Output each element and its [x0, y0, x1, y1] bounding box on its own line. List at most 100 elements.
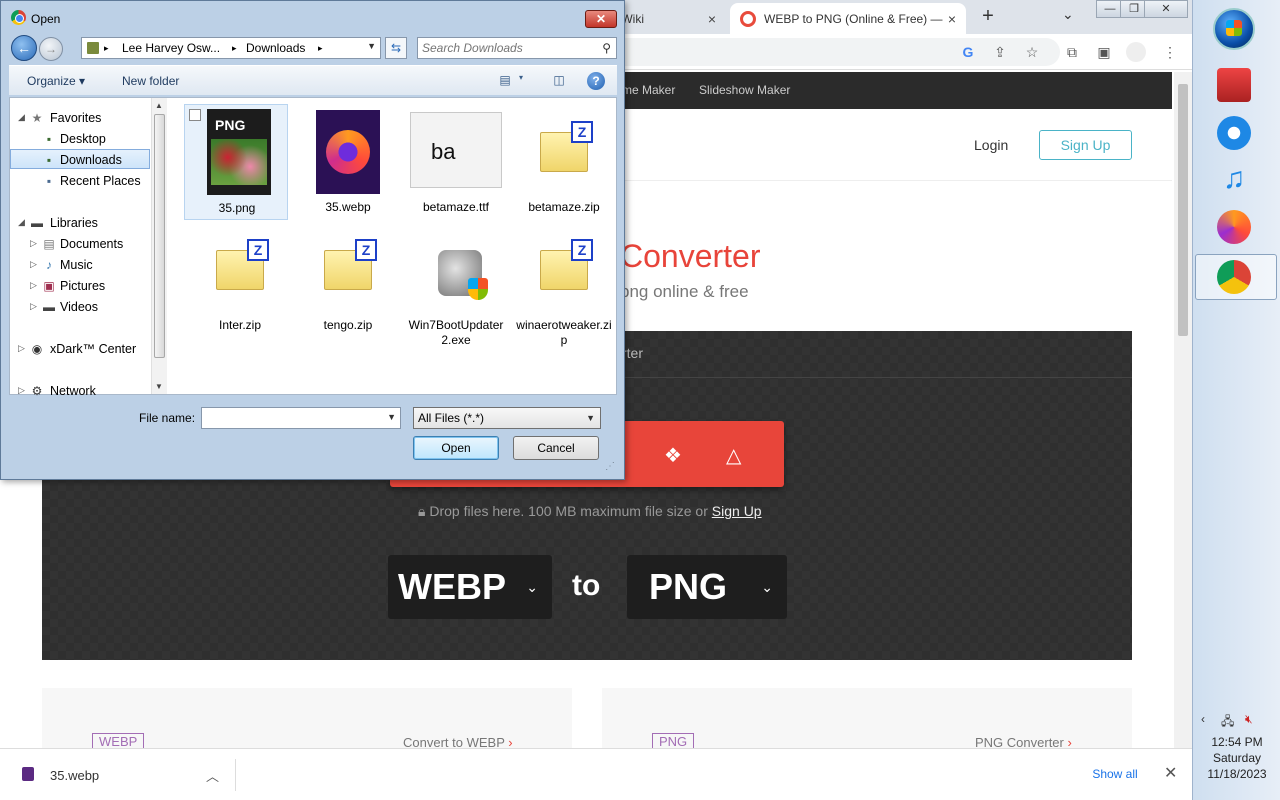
drop-signup-link[interactable]: Sign Up — [712, 503, 762, 519]
side-panel-icon[interactable]: ▣ — [1094, 42, 1114, 62]
search-box[interactable]: ⚲ — [417, 37, 617, 59]
chrome-icon[interactable] — [1217, 260, 1251, 294]
store-icon[interactable] — [1217, 68, 1251, 102]
file-item-35-webp[interactable]: 35.webp — [296, 104, 400, 220]
download-item[interactable]: 35.webp ︿ — [14, 759, 236, 791]
menu-kebab-icon[interactable]: ⋮ — [1160, 42, 1180, 62]
expand-arrow-icon[interactable]: ▷ — [30, 280, 37, 291]
expand-arrow-icon[interactable]: ▷ — [18, 343, 25, 354]
dialog-close-button[interactable]: ✕ — [585, 10, 617, 28]
file-item-winaerotweaker-zip[interactable]: Z winaerotweaker.zip — [512, 222, 616, 347]
resize-grip-icon[interactable]: ⋰ — [605, 461, 615, 472]
nav-recent-places[interactable]: ▪ Recent Places — [10, 171, 150, 191]
collapse-arrow-icon[interactable]: ◢ — [18, 112, 25, 123]
nav-xdark-center[interactable]: ▷ ◉ xDark™ Center — [10, 339, 150, 359]
breadcrumb-user[interactable]: Lee Harvey Osw... — [122, 41, 220, 55]
chevron-up-icon[interactable]: ︿ — [206, 766, 219, 785]
preview-pane-icon[interactable]: ◫ — [551, 73, 567, 87]
music-player-icon[interactable]: ♫ — [1217, 162, 1251, 196]
file-name: betamaze.ttf — [422, 200, 490, 214]
from-format-select[interactable]: WEBP ⌄ — [388, 555, 552, 619]
new-folder-button[interactable]: New folder — [122, 74, 179, 88]
download-bar-close-icon[interactable]: ✕ — [1164, 763, 1177, 783]
login-link[interactable]: Login — [974, 137, 1008, 153]
cancel-button[interactable]: Cancel — [513, 436, 599, 460]
tab-webp-to-png[interactable]: WEBP to PNG (Online & Free) — × — [730, 3, 966, 34]
tab-search-icon[interactable]: ⌄ — [1062, 6, 1074, 23]
search-input[interactable] — [422, 40, 592, 56]
scrollbar-thumb[interactable] — [154, 114, 165, 358]
tray-expand-icon[interactable]: ‹ — [1201, 712, 1205, 726]
nav-documents[interactable]: ▷ ▤ Documents — [10, 234, 150, 254]
nav-downloads[interactable]: ▪ Downloads — [10, 149, 150, 169]
address-breadcrumb[interactable]: ▸ Lee Harvey Osw... ▸ Downloads ▸ ▼ — [81, 37, 381, 59]
network-icon[interactable]: 🖧︎ — [1221, 712, 1234, 733]
search-icon[interactable]: ⚲ — [602, 41, 611, 55]
nav-desktop[interactable]: ▪ Desktop — [10, 129, 150, 149]
expand-arrow-icon[interactable]: ▷ — [18, 385, 25, 396]
file-item-inter-zip[interactable]: Z Inter.zip — [188, 222, 292, 338]
file-item-betamaze-ttf[interactable]: ba betamaze.ttf — [404, 104, 508, 220]
clock[interactable]: 12:54 PM Saturday 11/18/2023 — [1193, 734, 1280, 782]
dropbox-icon[interactable]: ❖ — [664, 443, 682, 468]
google-drive-icon[interactable]: △ — [726, 443, 741, 468]
file-item-win7bootupdater2-exe[interactable]: Win7BootUpdater2.exe — [404, 222, 508, 347]
bookmark-star-icon[interactable]: ☆ — [1022, 42, 1042, 62]
chevron-down-icon[interactable]: ▼ — [387, 412, 396, 422]
help-icon[interactable]: ? — [587, 72, 605, 90]
scroll-down-arrow-icon[interactable]: ▼ — [155, 382, 163, 391]
view-options-icon[interactable]: ▤ — [497, 73, 513, 87]
panel-tab-label[interactable]: rter — [622, 345, 643, 361]
nav-pictures[interactable]: ▷ ▣ Pictures — [10, 276, 150, 296]
breadcrumb-separator-icon[interactable]: ▸ — [104, 43, 109, 54]
nav-music[interactable]: ▷ ♪ Music — [10, 255, 150, 275]
nav-libraries[interactable]: ◢ ▬ Libraries — [10, 213, 150, 233]
file-item-betamaze-zip[interactable]: Z betamaze.zip — [512, 104, 616, 220]
tab-close-icon[interactable]: × — [948, 11, 956, 27]
file-item-35-png[interactable]: PNG 35.png — [184, 104, 288, 220]
back-arrow-icon[interactable]: ← — [11, 35, 37, 61]
firefox-icon[interactable] — [1217, 210, 1251, 244]
expand-arrow-icon[interactable]: ▷ — [30, 301, 37, 312]
forward-arrow-icon[interactable]: → — [39, 37, 63, 61]
file-item-tengo-zip[interactable]: Z tengo.zip — [296, 222, 400, 338]
refresh-icon[interactable]: ⇆ — [385, 37, 407, 59]
nav-pane-scrollbar[interactable]: ▲ ▼ — [151, 98, 167, 394]
png-thumbnail: PNG — [207, 109, 271, 195]
show-all-button[interactable]: Show all — [1080, 759, 1150, 789]
expand-arrow-icon[interactable]: ▷ — [30, 259, 37, 270]
nav-link-frame-maker[interactable]: me Maker — [622, 83, 675, 97]
new-tab-button[interactable]: + — [976, 4, 1000, 28]
open-button[interactable]: Open — [413, 436, 499, 460]
breadcrumb-separator-icon[interactable]: ▸ — [232, 43, 237, 54]
tab-close-icon[interactable]: × — [708, 11, 716, 27]
signup-button[interactable]: Sign Up — [1039, 130, 1132, 160]
share-icon[interactable]: ⇪ — [990, 42, 1010, 62]
chevron-down-icon[interactable]: ▼ — [367, 41, 376, 51]
dialog-titlebar[interactable]: Open ✕ — [1, 1, 624, 33]
nav-network[interactable]: ▷ ⚙ Network — [10, 381, 150, 401]
to-format-select[interactable]: PNG ⌄ — [627, 555, 787, 619]
scroll-up-arrow-icon[interactable]: ▲ — [155, 101, 163, 110]
extensions-icon[interactable]: ⧉ — [1062, 42, 1082, 62]
organize-menu[interactable]: Organize ▾ — [27, 74, 85, 88]
google-icon[interactable]: G — [958, 42, 978, 62]
nav-videos[interactable]: ▷ ▬ Videos — [10, 297, 150, 317]
chevron-down-icon[interactable]: ▾ — [513, 73, 529, 87]
volume-muted-icon[interactable]: 🔇︎ — [1245, 712, 1253, 727]
file-type-select[interactable]: All Files (*.*) ▼ — [413, 407, 601, 429]
collapse-arrow-icon[interactable]: ◢ — [18, 217, 25, 228]
nav-link-slideshow-maker[interactable]: Slideshow Maker — [699, 83, 790, 97]
profile-avatar-icon[interactable] — [1126, 42, 1146, 62]
nav-favorites[interactable]: ◢ ★ Favorites — [10, 108, 150, 128]
breadcrumb-separator-icon[interactable]: ▸ — [318, 43, 323, 54]
scrollbar-thumb[interactable] — [1178, 84, 1188, 336]
file-name-input[interactable] — [205, 410, 381, 426]
start-button[interactable] — [1213, 8, 1255, 50]
window-close-button[interactable]: ✕ — [1144, 0, 1188, 18]
internet-explorer-icon[interactable] — [1217, 116, 1251, 150]
page-scrollbar[interactable] — [1174, 72, 1192, 748]
file-name-combobox[interactable]: ▼ — [201, 407, 401, 429]
breadcrumb-downloads[interactable]: Downloads — [246, 41, 305, 55]
expand-arrow-icon[interactable]: ▷ — [30, 238, 37, 249]
